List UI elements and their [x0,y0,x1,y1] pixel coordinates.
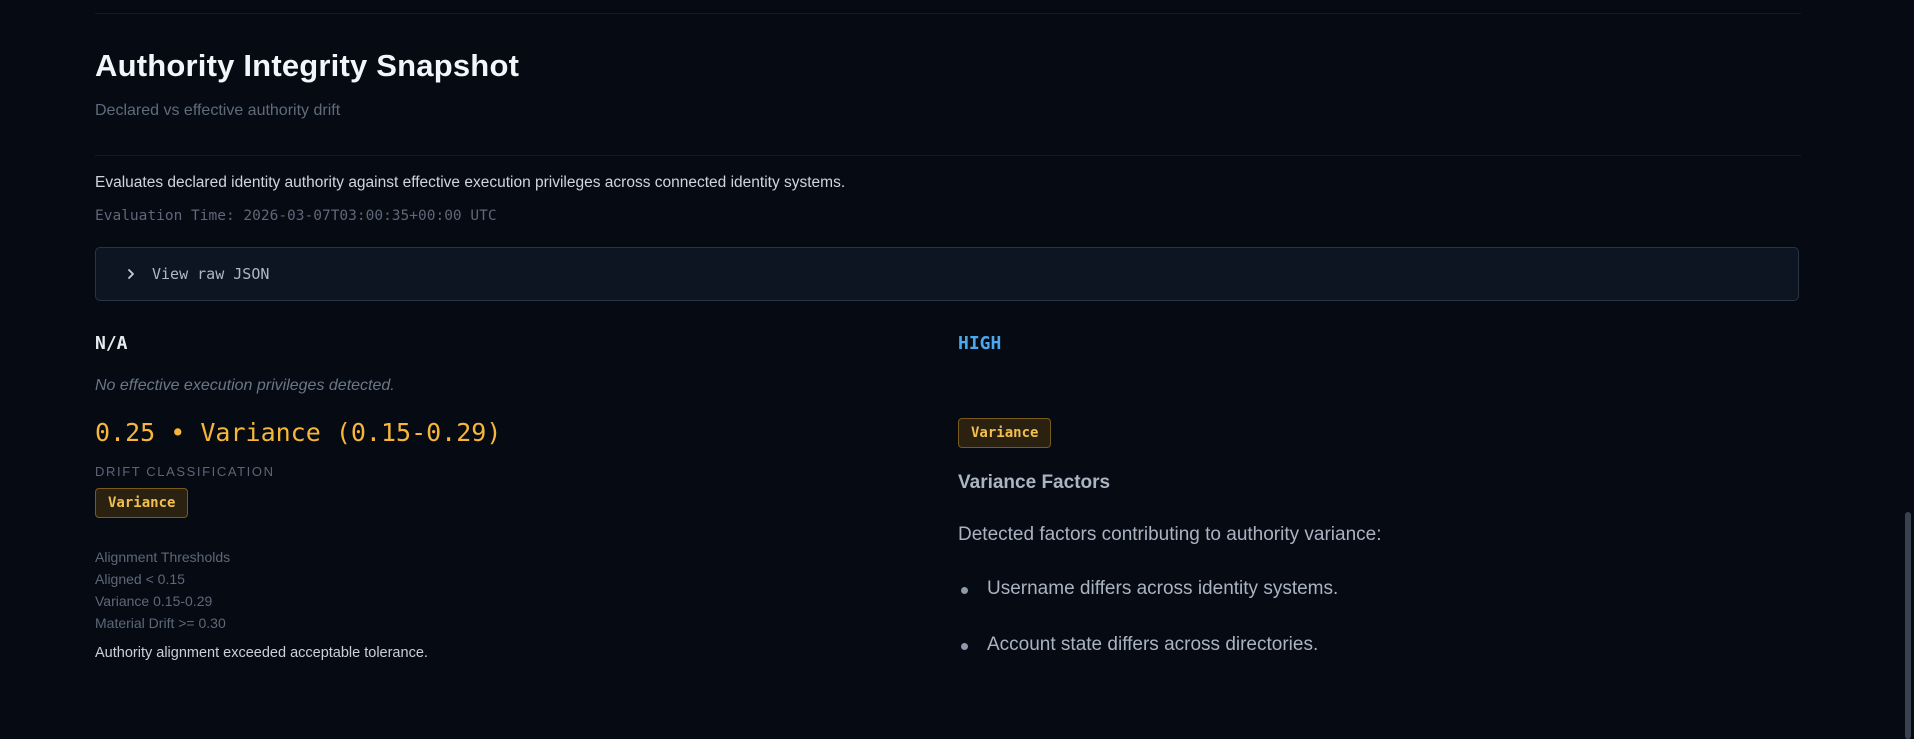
evaluation-time: Evaluation Time: 2026-03-07T03:00:35+00:… [95,208,497,224]
view-raw-json-toggle[interactable]: View raw JSON [95,247,1799,301]
threshold-material-drift: Material Drift >= 0.30 [95,615,226,631]
bullet-icon [961,587,968,594]
drift-classification-badge: Variance [95,488,189,518]
factor-text: Account state differs across directories… [987,634,1319,655]
section-divider [95,155,1801,156]
factor-text: Username differs across identity systems… [987,578,1339,599]
top-divider [95,13,1801,14]
drift-score: 0.25 • Variance (0.15-0.29) [95,418,502,447]
page-subtitle: Declared vs effective authority drift [95,102,341,119]
variance-factors-intro: Detected factors contributing to authori… [958,524,1382,545]
effective-authority-value: N/A [95,333,128,354]
variance-factors-title: Variance Factors [958,472,1111,493]
bullet-icon [961,643,968,650]
threshold-aligned: Aligned < 0.15 [95,571,185,587]
declared-authority-value: HIGH [958,333,1002,354]
variance-factors-list: Username differs across identity systems… [958,578,1338,690]
variance-badge: Variance [958,418,1052,448]
chevron-right-icon [124,267,138,281]
view-raw-json-label: View raw JSON [152,265,270,283]
scrollbar-thumb[interactable] [1905,512,1911,739]
page-title: Authority Integrity Snapshot [95,48,520,83]
thresholds-heading: Alignment Thresholds [95,549,231,565]
effective-authority-note: No effective execution privileges detect… [95,377,395,394]
alignment-thresholds: Alignment Thresholds Aligned < 0.15 Vari… [95,546,230,634]
list-item: Username differs across identity systems… [958,578,1338,634]
summary-description: Evaluates declared identity authority ag… [95,174,846,191]
list-item: Account state differs across directories… [958,634,1338,690]
vertical-scrollbar[interactable] [1900,0,1914,739]
threshold-variance: Variance 0.15-0.29 [95,593,213,609]
drift-classification-label: DRIFT CLASSIFICATION [95,464,275,479]
tolerance-note: Authority alignment exceeded acceptable … [95,645,428,661]
